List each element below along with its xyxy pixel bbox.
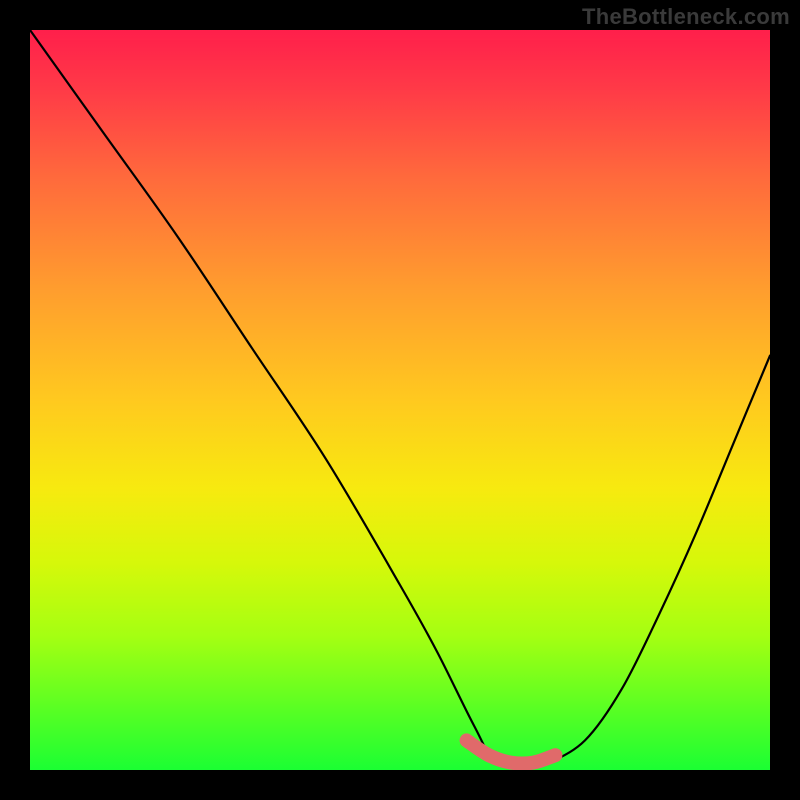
series-highlight-band (467, 740, 556, 763)
chart-frame: TheBottleneck.com (0, 0, 800, 800)
series-bottleneck-curve (30, 30, 770, 765)
watermark-text: TheBottleneck.com (582, 4, 790, 30)
plot-area (30, 30, 770, 770)
chart-svg (30, 30, 770, 770)
